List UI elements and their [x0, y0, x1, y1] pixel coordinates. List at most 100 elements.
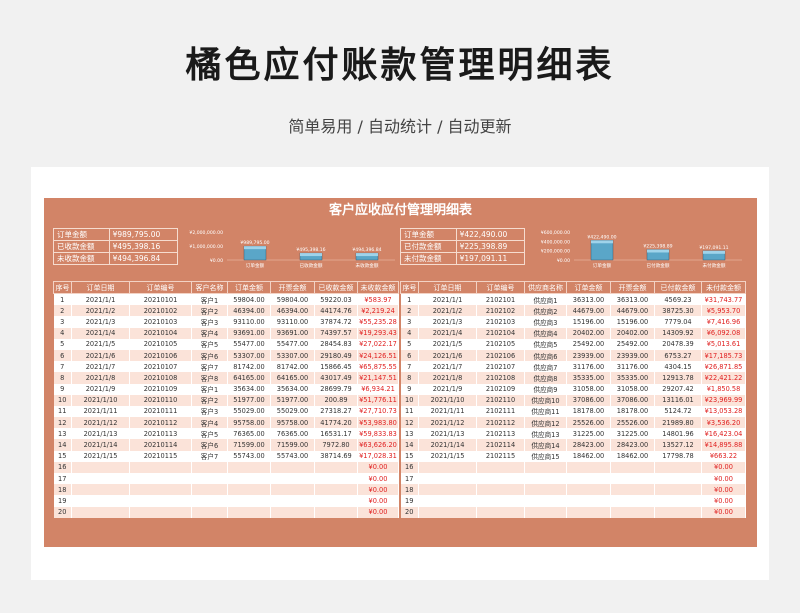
summary-label: 未付款金额 [400, 252, 457, 265]
table-cell: 31058.00 [566, 383, 611, 395]
column-header: 订单编号 [476, 281, 525, 294]
table-cell [654, 495, 702, 507]
table-cell: 供应商14 [524, 439, 567, 451]
receivable-summary: 订单金额 ¥989,795.00 已收款金额 ¥495,398.16 未收款金额 ¥494… [53, 228, 179, 265]
summary-label: 订单金额 [53, 228, 110, 241]
y-tick-label: ¥1,000,000.00 [189, 244, 223, 250]
table-cell: 31176.00 [566, 361, 611, 373]
table-cell: 18462.00 [566, 450, 611, 462]
table-row: 7 2021/1/7 20210107 客户7 81742.00 81742.00 1586… [53, 361, 399, 373]
table-cell: ¥3,536.20 [701, 417, 746, 429]
payable-chart: ¥600,000.00 ¥400,000.00 ¥200,000.00 ¥0.00 ¥4… [541, 230, 742, 269]
table-cell: 64165.00 [270, 372, 315, 384]
table-cell [610, 473, 655, 485]
table-cell: ¥59,833.83 [357, 428, 399, 440]
table-cell: 7972.80 [314, 439, 358, 451]
table-cell [654, 484, 702, 496]
column-header: 未付款金额 [701, 281, 746, 294]
table-cell: 11 [400, 405, 419, 418]
table-cell [476, 461, 525, 473]
table-cell: 12 [53, 417, 72, 429]
y-tick-label: ¥400,000.00 [541, 239, 570, 245]
summary-value: ¥197,091.11 [455, 252, 526, 265]
table-cell: 13 [53, 428, 72, 440]
table-cell: 44174.76 [314, 305, 358, 317]
table-cell: ¥5,013.61 [701, 338, 746, 350]
table-cell: 15866.45 [314, 361, 358, 373]
column-header: 已收款金额 [314, 281, 358, 294]
summary-row: 订单金额 ¥422,490.00 [400, 228, 526, 241]
table-cell: ¥1,850.58 [701, 383, 746, 395]
table-cell [566, 506, 611, 518]
table-cell: ¥5,953.70 [701, 305, 746, 317]
table-cell [71, 473, 130, 485]
table-cell: 2102105 [476, 338, 525, 350]
table-row: 14 2021/1/14 20210114 客户6 71599.00 71599.00 79… [53, 439, 399, 451]
table-cell: 55477.00 [227, 338, 271, 350]
x-tick-label: 订单金额 [593, 262, 612, 269]
table-cell: 供应商13 [524, 428, 567, 440]
table-cell: 16531.17 [314, 428, 358, 440]
table-cell: 25526.00 [610, 417, 655, 429]
table-cell [270, 461, 315, 473]
table-cell: ¥16,423.04 [701, 428, 746, 440]
table-cell: 2021/1/1 [418, 293, 477, 306]
table-cell [270, 495, 315, 507]
table-cell: 25492.00 [610, 338, 655, 350]
table-cell: 14 [53, 439, 72, 451]
table-cell: 客户1 [191, 383, 228, 395]
table-cell [418, 495, 477, 507]
table-cell: 20210103 [129, 316, 192, 328]
table-cell: 20210104 [129, 327, 192, 339]
table-cell: 2102115 [476, 450, 525, 462]
table-row: 10 2021/1/10 2102110 供应商10 37086.00 37086.00 1… [400, 394, 746, 406]
table-cell: 17 [400, 473, 419, 485]
table-cell: 8 [53, 372, 72, 384]
table-cell: ¥27,710.73 [357, 405, 399, 418]
table-cell: ¥0.00 [701, 506, 746, 518]
table-cell: 2102113 [476, 428, 525, 440]
table-cell: 20478.39 [654, 338, 702, 350]
table-cell: 客户3 [191, 405, 228, 418]
table-cell: 供应商15 [524, 450, 567, 462]
table-cell: 20210115 [129, 450, 192, 462]
table-cell: 20402.00 [610, 327, 655, 339]
y-tick-label: ¥0.00 [210, 258, 223, 264]
table-cell: ¥2,219.24 [357, 305, 399, 317]
table-cell: ¥22,421.22 [701, 372, 746, 384]
table-cell: 8 [400, 372, 419, 384]
table-cell: 14309.92 [654, 327, 702, 339]
table-row: 5 2021/1/5 20210105 客户5 55477.00 55477.00 2845… [53, 338, 399, 350]
table-cell: 37874.72 [314, 316, 358, 328]
column-header: 订单金额 [227, 281, 271, 294]
table-cell: 17798.78 [654, 450, 702, 462]
table-cell [129, 506, 192, 518]
table-cell [191, 506, 228, 518]
table-row: 6 2021/1/6 20210106 客户6 53307.00 53307.00 2918… [53, 349, 399, 362]
table-cell: 25526.00 [566, 417, 611, 429]
data-label: ¥422,490.00 [587, 234, 616, 240]
table-cell: 15 [400, 450, 419, 462]
table-cell: 供应商6 [524, 349, 567, 362]
receivable-chart: ¥2,000,000.00 ¥1,000,000.00 ¥0.00 ¥989,795.… [189, 230, 395, 269]
table-cell: 14 [400, 439, 419, 451]
table-cell: ¥13,053.28 [701, 405, 746, 418]
table-cell [191, 495, 228, 507]
table-cell: 36313.00 [566, 293, 611, 306]
table-cell: 20402.00 [566, 327, 611, 339]
table-row: 4 2021/1/4 20210104 客户4 93691.00 93691.00 7439… [53, 327, 399, 339]
table-cell [191, 461, 228, 473]
table-cell: 3 [53, 316, 72, 328]
table-cell: 18178.00 [566, 405, 611, 418]
table-cell: 6 [53, 349, 72, 362]
table-row: 10 2021/1/10 20210110 客户2 51977.00 51977.00 20… [53, 394, 399, 406]
table-cell: 53307.00 [227, 349, 271, 362]
table-cell [314, 461, 358, 473]
table-cell: 35335.00 [610, 372, 655, 384]
table-cell [270, 473, 315, 485]
table-cell: 2021/1/9 [71, 383, 130, 395]
table-cell: 20210111 [129, 405, 192, 418]
table-cell: 2021/1/4 [418, 327, 477, 339]
x-tick-label: 未付款金额 [703, 262, 726, 269]
table-cell: 2102106 [476, 349, 525, 362]
